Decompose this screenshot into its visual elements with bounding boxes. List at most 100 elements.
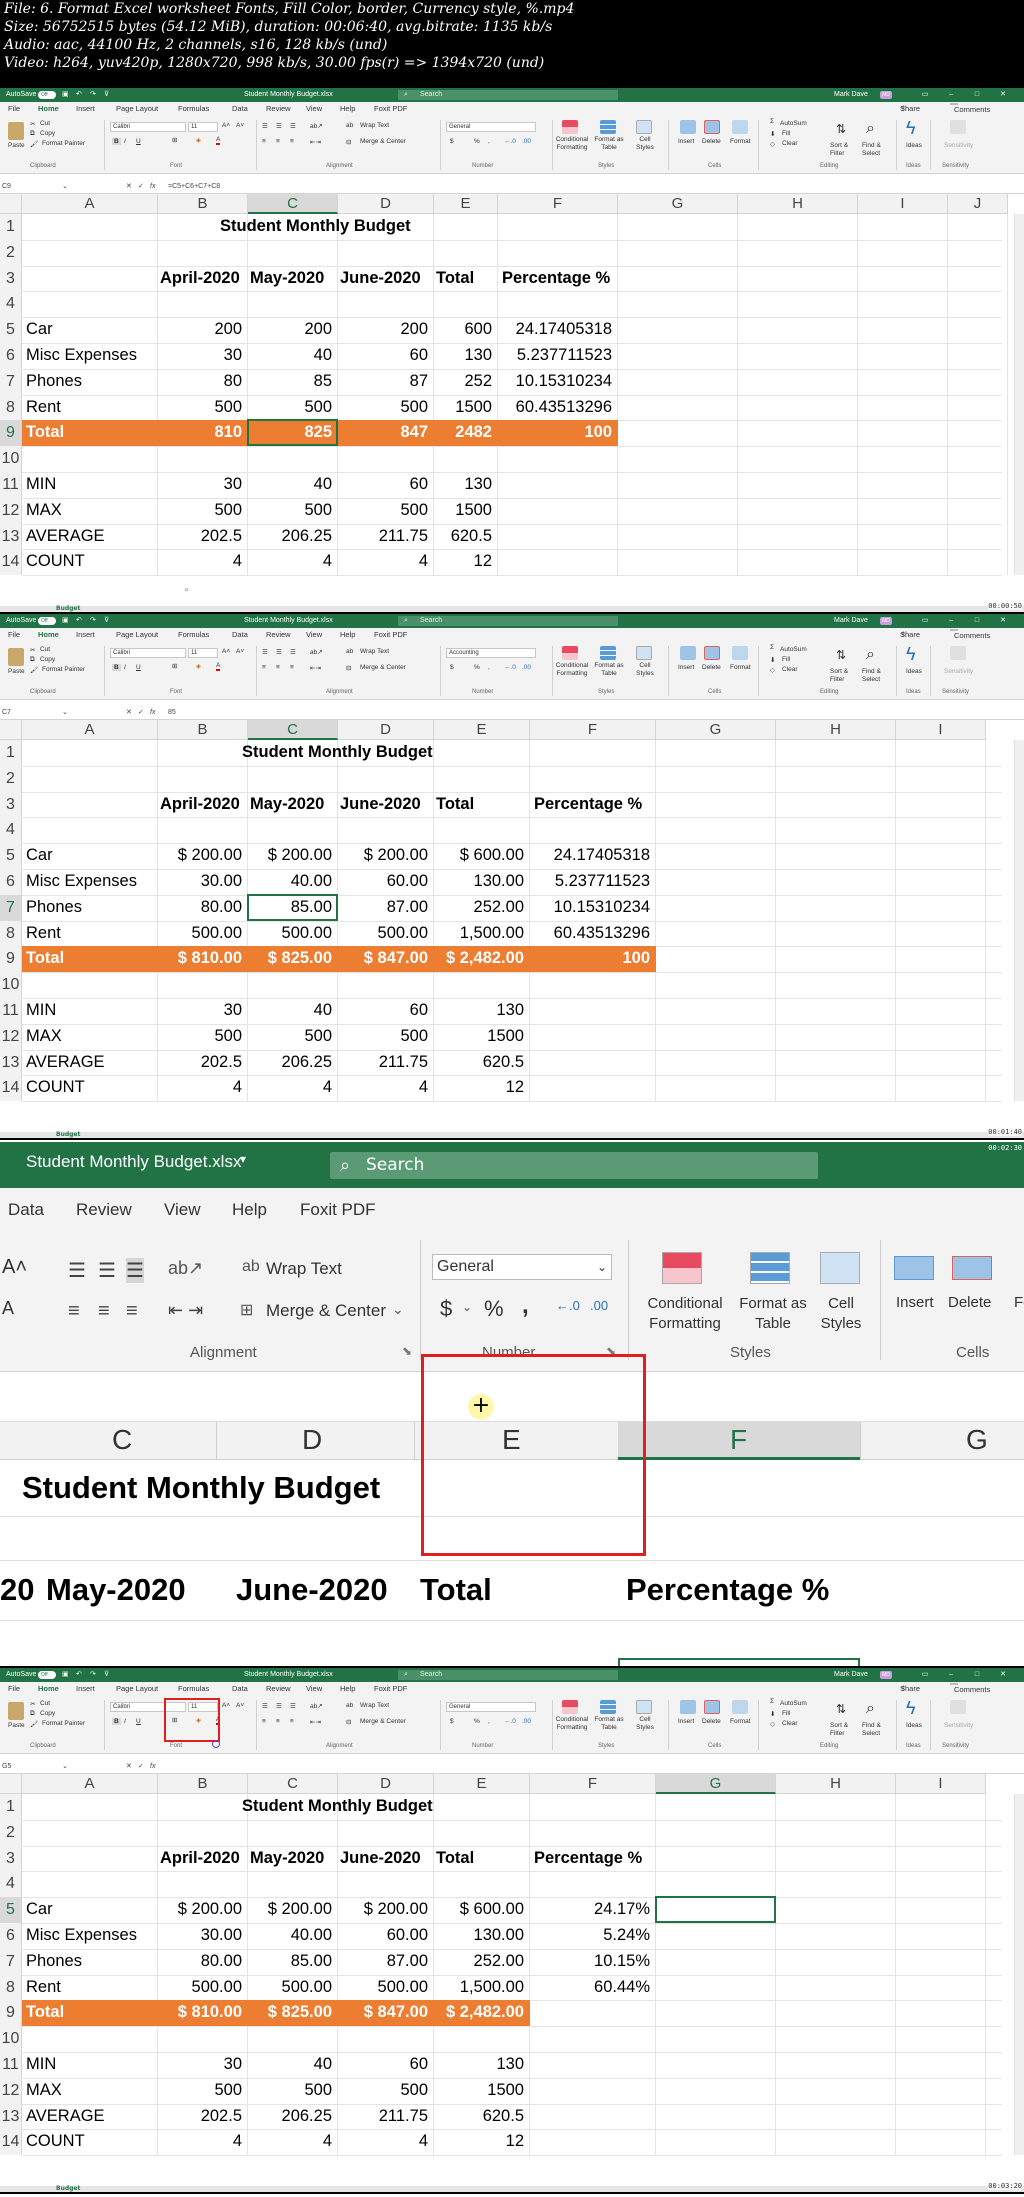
stat-value[interactable]: 4	[248, 549, 332, 575]
fill-button[interactable]: Fill	[782, 1710, 790, 1717]
col-header-f[interactable]: F	[530, 720, 656, 740]
value-cell[interactable]: 10.15310234	[530, 895, 650, 921]
ideas-button[interactable]: Ideas	[906, 1722, 922, 1729]
value-cell[interactable]: 500	[248, 395, 332, 421]
row-header[interactable]: 3	[0, 265, 22, 292]
zoom-col-c[interactable]: C	[112, 1424, 132, 1456]
font-size-select[interactable]: 11	[188, 122, 218, 132]
value-cell[interactable]: $ 825.00	[248, 946, 332, 972]
delete-cells-icon[interactable]	[704, 1700, 720, 1714]
zoom-header-april-partial[interactable]: 20	[0, 1572, 34, 1608]
sensitivity-button[interactable]: Sensitivity	[944, 142, 973, 149]
value-cell[interactable]: 24.17405318	[498, 317, 612, 343]
zoom-tab-foxit[interactable]: Foxit PDF	[300, 1200, 376, 1220]
zoom-align-top-icon[interactable]: ☰	[68, 1258, 86, 1283]
zoom-font-shrink-icon[interactable]: A	[2, 1298, 14, 1319]
stat-value[interactable]: 1500	[434, 2078, 524, 2104]
stat-value[interactable]: 4	[158, 2129, 242, 2155]
increase-decimal-icon[interactable]: ←.0	[504, 664, 516, 671]
value-cell[interactable]: 500	[158, 395, 242, 421]
stat-label[interactable]: AVERAGE	[26, 2104, 105, 2130]
row-label[interactable]: Car	[26, 1897, 53, 1923]
paste-button[interactable]: Paste	[8, 1722, 25, 1729]
value-cell[interactable]: $ 200.00	[338, 843, 428, 869]
zoom-align-bottom-icon[interactable]: ☰	[126, 1258, 144, 1283]
align-right-icon[interactable]: ≡	[290, 138, 294, 145]
zoom-cell-styles-icon[interactable]	[820, 1252, 860, 1284]
stat-value[interactable]: 202.5	[158, 524, 242, 550]
value-cell[interactable]: 30.00	[158, 1923, 242, 1949]
value-cell[interactable]: 10.15310234	[498, 369, 612, 395]
stat-label[interactable]: MAX	[26, 498, 62, 524]
tab-review[interactable]: Review	[266, 628, 291, 642]
stat-value[interactable]: 30	[158, 998, 242, 1024]
cut-button[interactable]: Cut	[40, 646, 50, 653]
tab-view[interactable]: View	[306, 628, 322, 642]
sort-filter-icon[interactable]: ⇅	[836, 1702, 846, 1716]
stat-value[interactable]: 40	[248, 2052, 332, 2078]
zoom-delete-icon[interactable]	[952, 1256, 992, 1280]
autosave-label[interactable]: AutoSave	[6, 1668, 36, 1682]
col-header-d[interactable]: D	[338, 194, 434, 214]
row-header[interactable]: 2	[0, 765, 22, 792]
stat-value[interactable]: 40	[248, 472, 332, 498]
col-header-g[interactable]: G	[656, 720, 776, 740]
autosum-button[interactable]: AutoSum	[780, 646, 807, 653]
cancel-icon[interactable]: ✕	[126, 1760, 132, 1774]
value-cell[interactable]: $ 2,482.00	[434, 946, 524, 972]
col-header-a[interactable]: A	[22, 1774, 158, 1794]
sheet-tab-budget[interactable]: Budget	[56, 1131, 80, 1138]
find-select-icon[interactable]: ⌕	[866, 1700, 875, 1718]
value-cell[interactable]: 1,500.00	[434, 921, 524, 947]
zoom-tab-review[interactable]: Review	[76, 1200, 132, 1220]
increase-decimal-icon[interactable]: ←.0	[504, 138, 516, 145]
select-all-corner[interactable]	[0, 720, 22, 740]
comma-button[interactable]: ,	[488, 664, 490, 671]
autosum-icon[interactable]: Σ	[770, 644, 774, 651]
maximize-icon[interactable]: □	[966, 88, 988, 102]
col-header-a[interactable]: A	[22, 720, 158, 740]
zoom-insert-icon[interactable]	[894, 1256, 934, 1280]
bold-button[interactable]: B	[112, 664, 121, 671]
format-cells-icon[interactable]	[732, 1700, 748, 1714]
row-header[interactable]: 1	[0, 740, 22, 766]
value-cell[interactable]: $ 200.00	[338, 1897, 428, 1923]
merge-center-button[interactable]: Merge & Center	[360, 1718, 406, 1725]
tab-formulas[interactable]: Formulas	[178, 628, 209, 642]
avatar[interactable]: MD	[880, 91, 892, 99]
zoom-insert-button[interactable]: Insert	[896, 1294, 934, 1311]
decrease-decimal-icon[interactable]: .00	[522, 1718, 531, 1725]
font-color-icon[interactable]: A	[216, 662, 221, 671]
value-cell[interactable]: 5.237711523	[530, 869, 650, 895]
tab-view[interactable]: View	[306, 1682, 322, 1696]
merge-center-button[interactable]: Merge & Center	[360, 138, 406, 145]
zoom-align-right-icon[interactable]: ≡	[126, 1300, 138, 1323]
value-cell[interactable]: $ 200.00	[158, 1897, 242, 1923]
value-cell[interactable]: $ 810.00	[158, 946, 242, 972]
row-header[interactable]: 10	[0, 446, 22, 472]
zoom-col-d[interactable]: D	[302, 1424, 322, 1456]
increase-font-icon[interactable]: A˄	[222, 122, 230, 129]
value-cell[interactable]: 60.43513296	[530, 921, 650, 947]
value-cell[interactable]: $ 2,482.00	[434, 2000, 524, 2026]
minimize-icon[interactable]: –	[940, 614, 962, 628]
underline-button[interactable]: U	[136, 1718, 141, 1725]
value-cell[interactable]: 87	[338, 369, 428, 395]
stat-value[interactable]: 130	[434, 2052, 524, 2078]
stat-value[interactable]: 130	[434, 998, 524, 1024]
value-cell[interactable]: 40	[248, 343, 332, 369]
value-cell[interactable]: 40.00	[248, 1923, 332, 1949]
conditional-formatting-button[interactable]: Conditional Formatting	[548, 136, 596, 152]
insert-function-icon[interactable]: fx	[150, 180, 155, 194]
stat-value[interactable]: 4	[338, 2129, 428, 2155]
zoom-orientation-icon[interactable]: ab↗	[168, 1258, 203, 1279]
value-cell[interactable]: 80	[158, 369, 242, 395]
col-header-c[interactable]: C	[248, 194, 338, 214]
vertical-scrollbar[interactable]	[1014, 1794, 1024, 2156]
zoom-file-title[interactable]: Student Monthly Budget.xlsx	[26, 1152, 241, 1172]
value-cell[interactable]: $ 200.00	[248, 1897, 332, 1923]
find-select-button[interactable]: Find & Select	[862, 668, 890, 684]
value-cell[interactable]: 1500	[434, 395, 492, 421]
percent-button[interactable]: %	[474, 664, 480, 671]
value-cell[interactable]: $ 847.00	[338, 946, 428, 972]
